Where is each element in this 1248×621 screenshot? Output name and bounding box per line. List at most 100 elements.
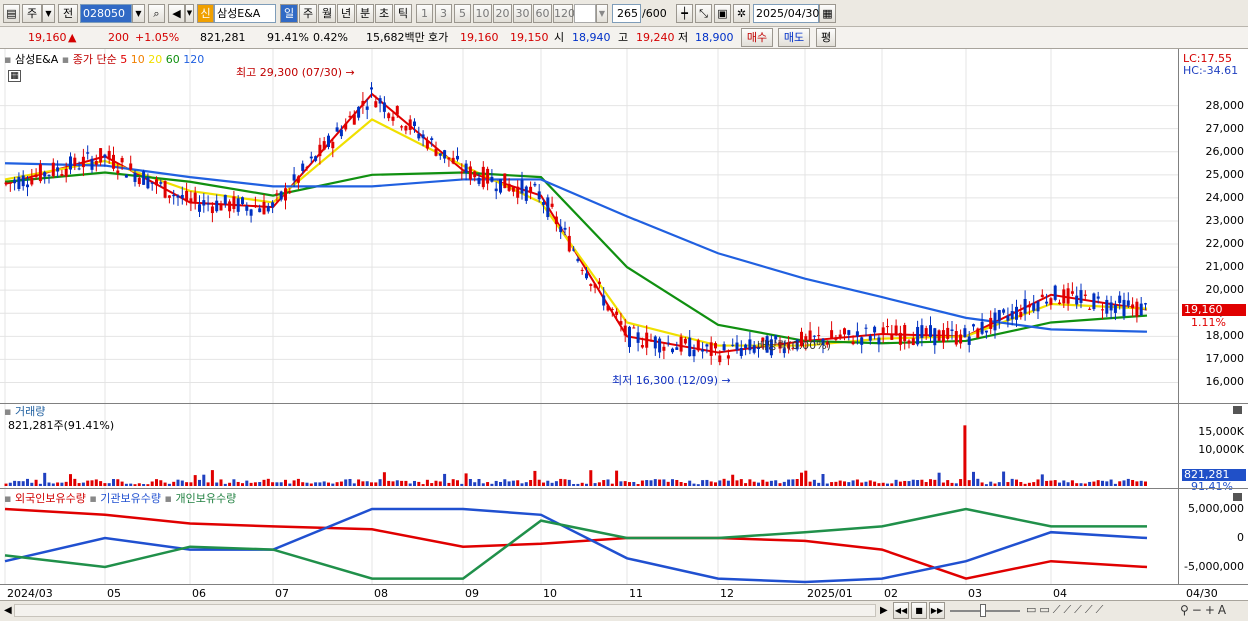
candle-body — [976, 328, 980, 338]
interval-60[interactable]: 60 — [533, 4, 552, 23]
scroll-bar[interactable]: ◀ ▶ ◀◀ ■ ▶▶ ▭▭⟋⟋⟋⟋⟋ ⚲−+A — [0, 600, 1248, 621]
stock-code-input[interactable]: 028050 — [80, 4, 132, 23]
data-count-input[interactable]: 265 — [612, 4, 641, 23]
volume-bar — [339, 481, 343, 486]
chevron-down-icon[interactable]: ▼ — [132, 4, 145, 23]
volume-bar — [38, 483, 42, 486]
tab-tick[interactable]: 틱 — [394, 4, 412, 23]
interval-custom-input[interactable] — [574, 4, 596, 23]
chevron-down-icon[interactable]: ▼ — [185, 4, 194, 23]
tab-minute[interactable]: 분 — [356, 4, 374, 23]
first-button[interactable]: ◀◀ — [893, 602, 909, 619]
legend-institution[interactable]: 기관보유수량 — [100, 492, 161, 505]
legend-foreign[interactable]: 외국인보유수량 — [15, 492, 86, 505]
candle-body — [185, 190, 189, 202]
tab-second[interactable]: 초 — [375, 4, 393, 23]
candle-body — [189, 198, 193, 203]
volume-bar — [499, 481, 502, 486]
volume-bar — [503, 479, 507, 486]
high-value: 19,240 — [636, 31, 675, 44]
sell-button[interactable]: 매도 — [778, 28, 810, 47]
close-panel-icon[interactable] — [1233, 406, 1242, 414]
interval-120[interactable]: 120 — [553, 4, 575, 23]
change-pct: +1.05% — [135, 31, 180, 44]
zoom-slider-handle[interactable] — [980, 604, 986, 617]
chevron-down-icon[interactable]: ▼ — [42, 4, 55, 23]
interval-10[interactable]: 10 — [473, 4, 492, 23]
buy-button[interactable]: 매수 — [741, 28, 773, 47]
tab-monthly[interactable]: 월 — [318, 4, 336, 23]
menu-icon[interactable]: ▤ — [3, 4, 20, 23]
tab-weekly[interactable]: 주 — [299, 4, 317, 23]
candle-body — [972, 324, 975, 327]
volume-bar — [1105, 481, 1109, 486]
ma-line-20 — [4, 118, 1148, 347]
candle-body — [8, 182, 12, 184]
avg-button[interactable]: 평 — [816, 28, 836, 47]
stop-button[interactable]: ■ — [911, 602, 927, 619]
scroll-track[interactable] — [14, 604, 876, 617]
legend-stock-name[interactable]: 삼성E&A — [15, 53, 58, 66]
panel-divider[interactable] — [0, 403, 1248, 404]
candle-body — [159, 182, 163, 184]
stock-name-field[interactable]: 삼성E&A — [214, 4, 276, 23]
interval-5[interactable]: 5 — [454, 4, 471, 23]
save-icon[interactable]: ▣ — [714, 4, 731, 23]
legend-individual[interactable]: 개인보유수량 — [175, 492, 236, 505]
price-type-select[interactable]: 전 — [58, 4, 78, 23]
last-button[interactable]: ▶▶ — [929, 602, 945, 619]
scroll-left-icon[interactable]: ◀ — [4, 605, 12, 616]
drawing-tools[interactable]: ▭▭⟋⟋⟋⟋⟋ — [1026, 603, 1106, 617]
scroll-right-icon[interactable]: ▶ — [880, 605, 888, 616]
up-arrow-icon: ▲ — [68, 31, 77, 44]
interval-1[interactable]: 1 — [416, 4, 433, 23]
candle-body — [516, 186, 520, 198]
panel-divider[interactable] — [0, 488, 1248, 489]
chart-area[interactable]: 28,000 27,000 26,000 25,000 24,000 23,000 22,0… — [0, 49, 1248, 606]
legend-ma-label[interactable]: 종가 단순 — [73, 53, 117, 66]
candle-body — [1032, 303, 1036, 311]
candle-body — [43, 172, 47, 177]
tab-daily[interactable]: 일 — [280, 4, 298, 23]
close-panel-icon[interactable] — [1233, 493, 1242, 501]
volume-bar — [782, 481, 786, 486]
calendar-icon[interactable]: ▦ — [819, 4, 836, 23]
candle-icon[interactable]: ┿ — [676, 4, 693, 23]
legend-ma-10[interactable]: 10 — [127, 53, 145, 66]
draw-icon[interactable]: ⤡ — [695, 4, 712, 23]
gear-icon[interactable]: ✲ — [733, 4, 750, 23]
chevron-down-icon[interactable]: ▼ — [596, 4, 608, 23]
legend-ma-120[interactable]: 120 — [180, 53, 204, 66]
volume-bar — [284, 479, 287, 486]
candle-body — [344, 123, 348, 130]
period-type-select[interactable]: 주 — [22, 4, 42, 23]
dividend-annotation: 배당락(0.00%) — [757, 339, 831, 352]
legend-ma-20[interactable]: 20 — [145, 53, 162, 66]
zoom-icons[interactable]: ⚲−+A — [1180, 603, 1229, 617]
volume-bar — [223, 483, 227, 486]
interval-3[interactable]: 3 — [435, 4, 452, 23]
search-icon[interactable]: ⌕ — [148, 4, 165, 23]
volume-title[interactable]: 거래량 — [15, 405, 45, 418]
x-tick: 10 — [543, 587, 557, 600]
interval-30[interactable]: 30 — [513, 4, 532, 23]
volume-bar — [739, 479, 743, 486]
tab-yearly[interactable]: 년 — [337, 4, 355, 23]
turnover: 0.42% — [313, 31, 348, 44]
volume-bar — [696, 484, 700, 486]
candle-body — [456, 155, 459, 160]
volume-bar — [163, 482, 167, 486]
candle-body — [494, 188, 498, 192]
table-icon[interactable]: ▦ — [8, 70, 21, 82]
candle-body — [378, 98, 382, 104]
date-input[interactable]: 2025/04/30 — [753, 4, 819, 23]
volume-bar — [1040, 474, 1044, 486]
volume-bar — [395, 480, 399, 486]
speaker-icon[interactable]: ◀ — [168, 4, 185, 23]
open-value: 18,940 — [572, 31, 611, 44]
legend-ma-60[interactable]: 60 — [162, 53, 180, 66]
candle-body — [898, 332, 902, 345]
candle-body — [1070, 291, 1074, 294]
interval-20[interactable]: 20 — [493, 4, 512, 23]
volume-bar — [838, 480, 842, 486]
